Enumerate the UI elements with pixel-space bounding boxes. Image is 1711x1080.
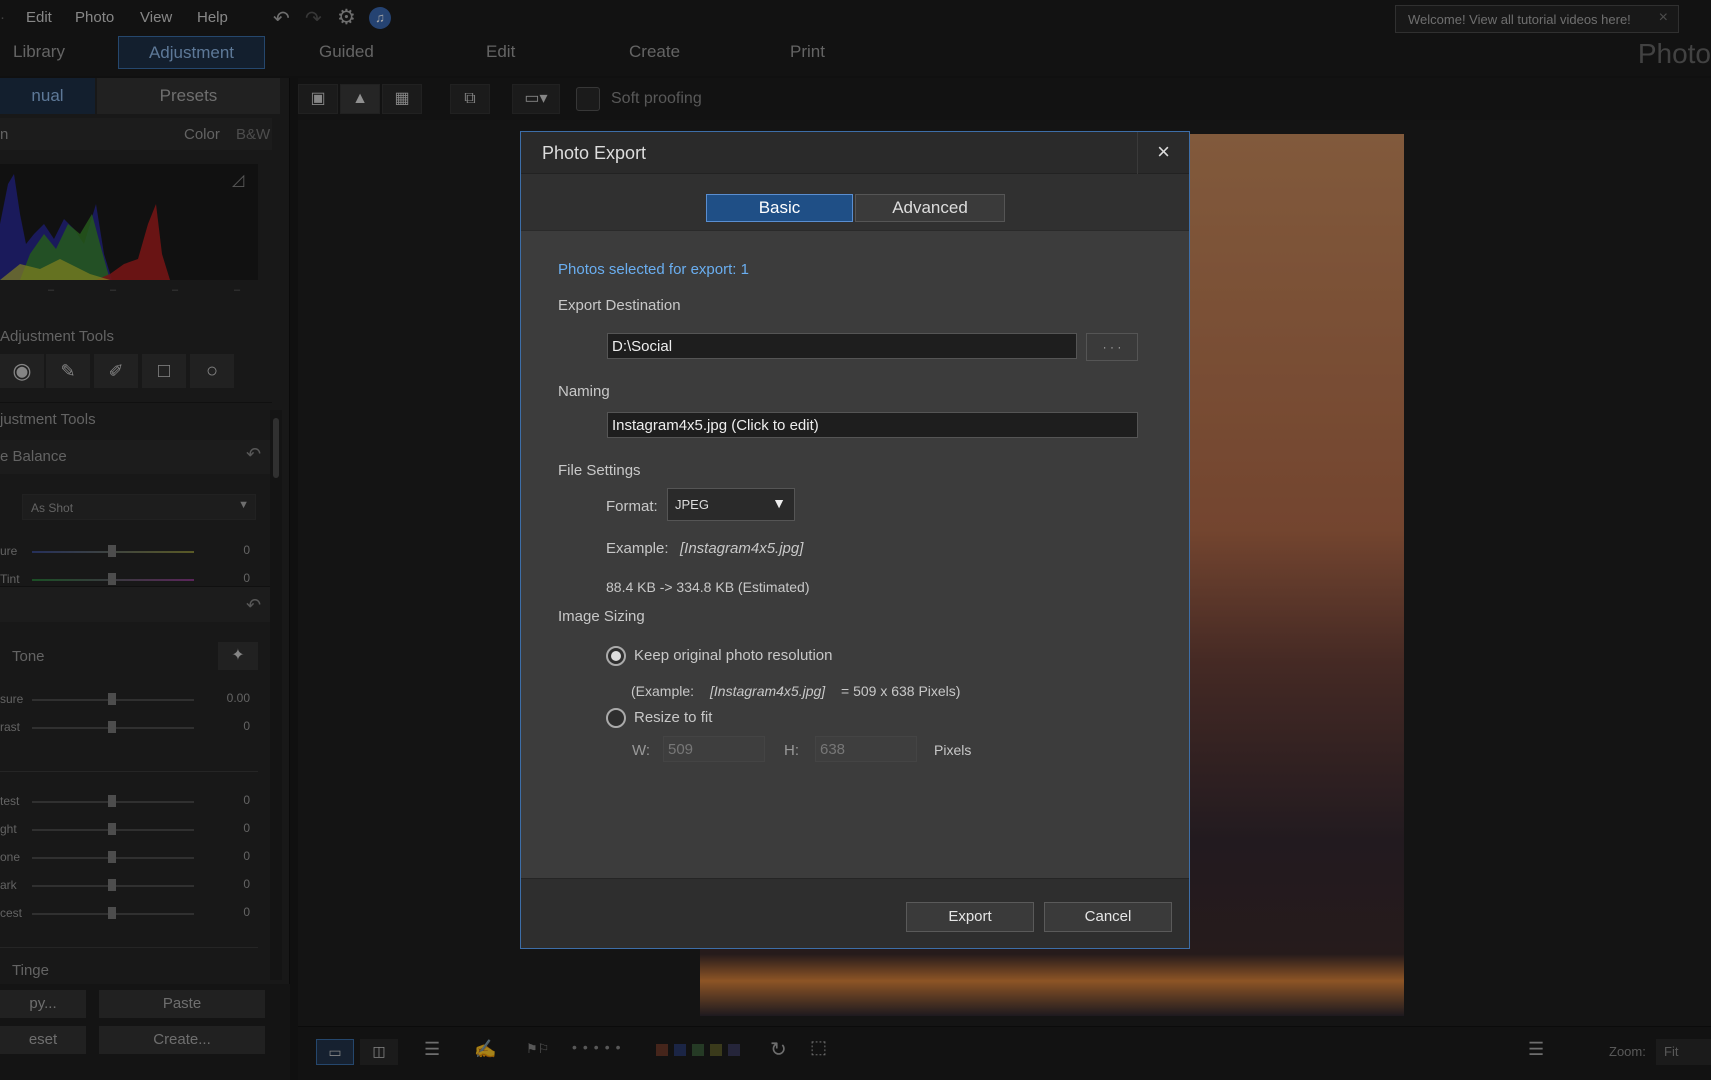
file-size-estimate: 88.4 KB -> 334.8 KB (Estimated) xyxy=(606,579,810,595)
browse-button[interactable]: · · · xyxy=(1086,333,1138,361)
width-input[interactable]: 509 xyxy=(663,736,765,762)
image-sizing-label: Image Sizing xyxy=(558,608,645,625)
height-input[interactable]: 638 xyxy=(815,736,917,762)
format-value: JPEG xyxy=(675,497,709,512)
keep-original-label: Keep original photo resolution xyxy=(634,647,833,664)
resize-to-fit-radio[interactable] xyxy=(606,708,626,728)
dialog-titlebar: Photo Export × xyxy=(521,132,1189,174)
close-icon[interactable]: × xyxy=(1137,132,1189,174)
photo-export-dialog: Photo Export × Basic Advanced Photos sel… xyxy=(520,131,1190,949)
keep-example-file: [Instagram4x5.jpg] xyxy=(710,683,826,699)
example-label: Example: xyxy=(606,540,669,557)
format-select[interactable]: JPEG ▼ xyxy=(667,488,795,521)
cancel-button[interactable]: Cancel xyxy=(1044,902,1172,932)
height-label: H: xyxy=(784,742,799,759)
export-destination-input[interactable]: D:\Social xyxy=(607,333,1077,359)
example-filename: [Instagram4x5.jpg] xyxy=(680,540,804,557)
keep-example-prefix: (Example: xyxy=(631,683,695,699)
keep-example-suffix: = 509 x 638 Pixels) xyxy=(841,683,961,699)
file-settings-label: File Settings xyxy=(558,462,641,479)
dialog-footer: Export Cancel xyxy=(521,878,1189,948)
export-button[interactable]: Export xyxy=(906,902,1034,932)
resize-to-fit-label: Resize to fit xyxy=(634,709,713,726)
tab-basic[interactable]: Basic xyxy=(706,194,853,222)
width-label: W: xyxy=(632,742,651,759)
naming-label: Naming xyxy=(558,383,610,400)
pixels-label: Pixels xyxy=(934,742,972,758)
dialog-title: Photo Export xyxy=(542,143,647,163)
naming-input[interactable]: Instagram4x5.jpg (Click to edit) xyxy=(607,412,1138,438)
format-label: Format: xyxy=(606,498,658,515)
dialog-tabs: Basic Advanced xyxy=(521,174,1189,231)
keep-original-radio[interactable] xyxy=(606,646,626,666)
export-destination-label: Export Destination xyxy=(558,297,681,314)
photos-selected-count: Photos selected for export: 1 xyxy=(558,261,749,278)
tab-advanced[interactable]: Advanced xyxy=(855,194,1005,222)
chevron-down-icon: ▼ xyxy=(772,495,786,511)
